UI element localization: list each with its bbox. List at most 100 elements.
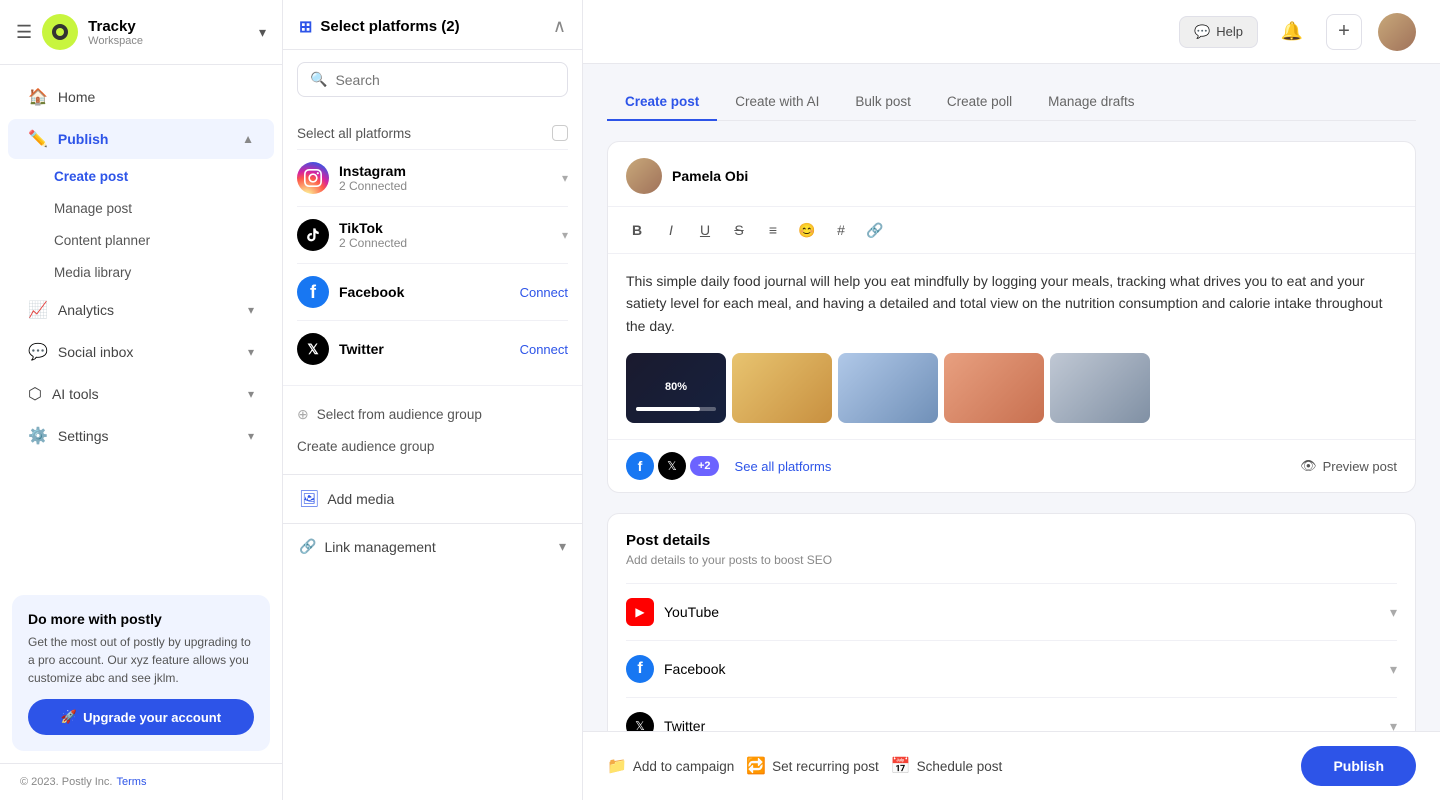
platform-search-box[interactable]: 🔍 (297, 62, 568, 97)
youtube-detail-name: YouTube (664, 604, 719, 620)
post-details-subtitle: Add details to your posts to boost SEO (626, 553, 1397, 567)
tab-bulk-post[interactable]: Bulk post (837, 84, 929, 121)
strikethrough-button[interactable]: S (724, 215, 754, 245)
youtube-detail-icon: ▶ (626, 598, 654, 626)
list-button[interactable]: ≡ (758, 215, 788, 245)
media-library-label: Media library (54, 265, 131, 280)
underline-button[interactable]: U (690, 215, 720, 245)
post-detail-twitter[interactable]: 𝕏 Twitter ▾ (626, 697, 1397, 731)
twitter-logo: 𝕏 (297, 333, 329, 365)
platform-badge-facebook: f (626, 452, 654, 480)
create-audience-group[interactable]: Create audience group (297, 431, 568, 462)
link-management-icon: 🔗 (299, 538, 316, 555)
media-thumb-4[interactable] (944, 353, 1044, 423)
nav-settings[interactable]: ⚙️ Settings ▾ (8, 416, 274, 456)
menu-icon[interactable]: ☰ (16, 22, 32, 43)
emoji-button[interactable]: 😊 (792, 215, 822, 245)
bold-button[interactable]: B (622, 215, 652, 245)
post-detail-youtube[interactable]: ▶ YouTube ▾ (626, 583, 1397, 640)
add-icon: + (1338, 20, 1350, 43)
facebook-expand-icon: ▾ (1390, 661, 1397, 678)
nav-home[interactable]: 🏠 Home (8, 77, 274, 117)
add-media-section[interactable]: 🖼 Add media (283, 474, 582, 523)
post-detail-facebook[interactable]: f Facebook ▾ (626, 640, 1397, 697)
tab-manage-drafts[interactable]: Manage drafts (1030, 84, 1152, 121)
tab-create-post[interactable]: Create post (607, 84, 717, 121)
nav-home-label: Home (58, 89, 254, 105)
facebook-detail-icon: f (626, 655, 654, 683)
create-post-label: Create post (54, 169, 128, 184)
see-all-platforms-link[interactable]: See all platforms (735, 459, 832, 474)
link-button[interactable]: 🔗 (860, 215, 890, 245)
tiktok-name: TikTok (339, 220, 562, 236)
nav-media-library[interactable]: Media library (8, 257, 274, 288)
select-audience-group[interactable]: ⊕ Select from audience group (297, 398, 568, 431)
platform-item-facebook[interactable]: f Facebook Connect (297, 263, 568, 320)
instagram-sub: 2 Connected (339, 179, 562, 193)
tiktok-expand-icon[interactable]: ▾ (562, 228, 568, 242)
instagram-info: Instagram 2 Connected (339, 163, 562, 193)
hashtag-button[interactable]: # (826, 215, 856, 245)
select-all-checkbox[interactable] (552, 125, 568, 141)
platform-badge-twitter: 𝕏 (658, 452, 686, 480)
facebook-detail-name: Facebook (664, 661, 725, 677)
content-area: Create post Create with AI Bulk post Cre… (583, 64, 1440, 731)
publish-button[interactable]: Publish (1301, 746, 1416, 786)
nav-manage-post[interactable]: Manage post (8, 193, 274, 224)
nav-analytics[interactable]: 📈 Analytics ▾ (8, 290, 274, 330)
upgrade-card: Do more with postly Get the most out of … (12, 595, 270, 751)
instagram-name: Instagram (339, 163, 562, 179)
instagram-logo (297, 162, 329, 194)
nav-content-planner[interactable]: Content planner (8, 225, 274, 256)
nav-publish[interactable]: ✏️ Publish ▲ (8, 119, 274, 159)
user-avatar[interactable] (1378, 13, 1416, 51)
bottom-bar: 📁 Add to campaign 🔁 Set recurring post 📅… (583, 731, 1440, 800)
platform-item-instagram[interactable]: Instagram 2 Connected ▾ (297, 149, 568, 206)
youtube-expand-icon: ▾ (1390, 604, 1397, 621)
post-text-content[interactable]: This simple daily food journal will help… (608, 254, 1415, 353)
settings-icon: ⚙️ (28, 426, 48, 446)
add-to-campaign-button[interactable]: 📁 Add to campaign (607, 756, 734, 776)
terms-link[interactable]: Terms (117, 776, 147, 788)
twitter-detail-name: Twitter (664, 718, 705, 731)
media-thumb-2[interactable] (732, 353, 832, 423)
upgrade-text: Get the most out of postly by upgrading … (28, 633, 254, 687)
tab-create-with-ai[interactable]: Create with AI (717, 84, 837, 121)
link-management-section[interactable]: 🔗 Link management ▾ (283, 523, 582, 569)
facebook-connect-button[interactable]: Connect (520, 285, 568, 300)
upgrade-button[interactable]: 🚀 Upgrade your account (28, 699, 254, 735)
notifications-button[interactable]: 🔔 (1274, 14, 1310, 50)
add-button[interactable]: + (1326, 14, 1362, 50)
media-thumb-1[interactable]: 80% (626, 353, 726, 423)
select-all-row[interactable]: Select all platforms (297, 117, 568, 149)
media-thumb-3[interactable] (838, 353, 938, 423)
platforms-panel-close-icon[interactable]: ∧ (553, 16, 566, 37)
set-recurring-button[interactable]: 🔁 Set recurring post (746, 756, 878, 776)
tab-create-poll[interactable]: Create poll (929, 84, 1030, 121)
platform-badges-row: f 𝕏 +2 See all platforms (626, 452, 831, 480)
platform-item-tiktok[interactable]: TikTok 2 Connected ▾ (297, 206, 568, 263)
brand-chevron-icon[interactable]: ▾ (259, 24, 266, 41)
twitter-connect-button[interactable]: Connect (520, 342, 568, 357)
facebook-logo: f (297, 276, 329, 308)
schedule-post-button[interactable]: 📅 Schedule post (891, 756, 1002, 776)
tiktok-logo (297, 219, 329, 251)
author-name: Pamela Obi (672, 168, 748, 184)
twitter-name: Twitter (339, 341, 520, 357)
preview-post-button[interactable]: 👁 Preview post (1300, 458, 1397, 474)
platform-item-twitter[interactable]: 𝕏 Twitter Connect (297, 320, 568, 377)
media-grid: 80% (608, 353, 1415, 439)
post-toolbar: B I U S ≡ 😊 # 🔗 (608, 206, 1415, 254)
platforms-panel-title: ⊞ Select platforms (2) (299, 17, 460, 37)
help-button[interactable]: 💬 Help (1179, 16, 1258, 48)
nav-ai-tools[interactable]: ⬡ AI tools ▾ (8, 374, 274, 414)
platform-search-input[interactable] (335, 72, 555, 88)
nav-create-post[interactable]: Create post (8, 161, 274, 192)
author-avatar (626, 158, 662, 194)
media-thumb-5[interactable] (1050, 353, 1150, 423)
italic-button[interactable]: I (656, 215, 686, 245)
help-label: Help (1216, 24, 1243, 39)
social-inbox-chevron-icon: ▾ (248, 345, 254, 359)
instagram-expand-icon[interactable]: ▾ (562, 171, 568, 185)
nav-social-inbox[interactable]: 💬 Social inbox ▾ (8, 332, 274, 372)
